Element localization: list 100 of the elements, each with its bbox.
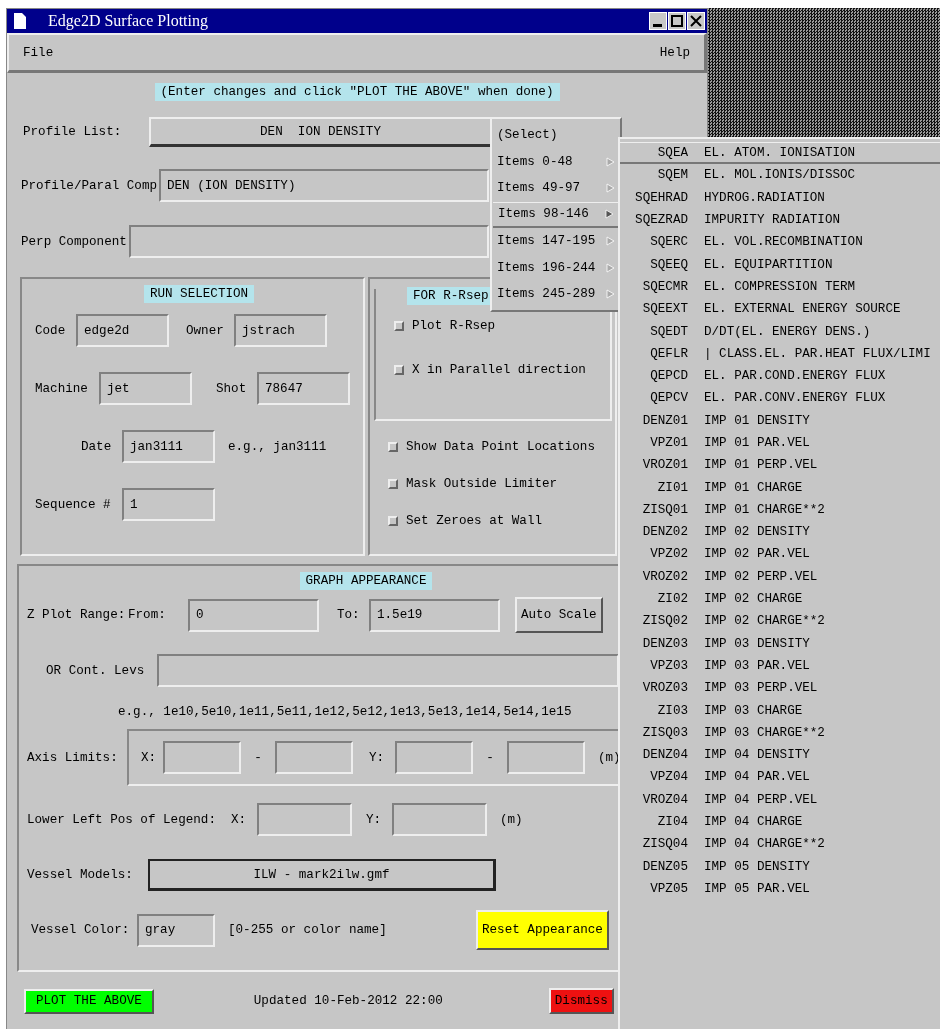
menu-item[interactable]: DENZ05 IMP 05 DENSITY xyxy=(620,855,940,878)
menu-item[interactable]: QEFLR | CLASS.EL. PAR.HEAT FLUX/LIMI xyxy=(620,342,940,365)
input-field[interactable]: edge2d xyxy=(76,314,169,347)
menu-item[interactable]: File xyxy=(21,43,56,62)
input-field[interactable]: 1 xyxy=(122,488,215,521)
menu-item[interactable]: ZI03 IMP 03 CHARGE xyxy=(620,699,940,722)
menu-item[interactable]: DENZ02 IMP 02 DENSITY xyxy=(620,521,940,544)
field-label: Date xyxy=(81,439,113,454)
checkbox-label: X in Parallel direction xyxy=(412,363,586,377)
field-label: OR Cont. Levs xyxy=(45,663,146,678)
menu-item[interactable]: ZI04 IMP 04 CHARGE xyxy=(620,810,940,834)
input-field[interactable]: jet xyxy=(99,372,192,405)
unit-label: (m) xyxy=(500,812,523,827)
input-field[interactable] xyxy=(257,803,352,836)
status-text: Updated 10-Feb-2012 22:00 xyxy=(253,994,444,1008)
maximize-button[interactable] xyxy=(668,12,686,30)
plot-button[interactable]: PLOT THE ABOVE xyxy=(24,988,154,1014)
menu-item[interactable]: Items 49-97 xyxy=(492,175,620,202)
field-label: To: xyxy=(337,608,361,622)
menu-item[interactable]: (Select) xyxy=(492,122,620,149)
menu-item[interactable]: QEPCV EL. PAR.CONV.ENERGY FLUX xyxy=(620,387,940,410)
input-field[interactable] xyxy=(157,654,619,687)
menu-item[interactable]: DENZ01 IMP 01 DENSITY xyxy=(620,409,940,432)
menu-item[interactable]: ZISQ03 IMP 03 CHARGE**2 xyxy=(620,721,940,744)
menu-item[interactable]: QEPCD EL. PAR.COND.ENERGY FLUX xyxy=(620,364,940,388)
menu-item[interactable]: VPZ04 IMP 04 PAR.VEL xyxy=(620,766,940,789)
menu-item[interactable]: SQEHRAD HYDROG.RADIATION xyxy=(620,186,940,209)
vessel-models-button[interactable]: ILW - mark2ilw.gmf xyxy=(148,859,496,891)
input-field[interactable]: 78647 xyxy=(257,372,350,405)
menu-item[interactable]: VROZ02 IMP 02 PERP.VEL xyxy=(620,565,940,588)
document-icon xyxy=(14,13,26,29)
checkbox-label: Set Zeroes at Wall xyxy=(406,514,543,528)
checkbox-label: Mask Outside Limiter xyxy=(406,477,558,491)
menu-item[interactable]: DENZ03 IMP 03 DENSITY xyxy=(620,632,940,655)
menu-item[interactable]: VROZ01 IMP 01 PERP.VEL xyxy=(620,454,940,477)
checkbox[interactable] xyxy=(388,442,398,452)
field-label: Y: xyxy=(366,812,383,827)
input-field[interactable]: jstrach xyxy=(234,314,327,347)
auto-scale-button[interactable]: Auto Scale xyxy=(515,597,603,633)
menu-item[interactable]: VPZ02 IMP 02 PAR.VEL xyxy=(620,543,940,566)
menu-item[interactable]: ZISQ04 IMP 04 CHARGE**2 xyxy=(620,833,940,856)
minimize-button[interactable] xyxy=(649,12,667,30)
input-field[interactable]: 0 xyxy=(188,598,319,632)
menu-item[interactable]: SQEA EL. ATOM. IONISATION xyxy=(620,142,940,165)
input-field[interactable]: 1.5e19 xyxy=(369,598,500,632)
field-label: Shot xyxy=(216,381,248,396)
field-label: Profile List: xyxy=(22,125,123,139)
menu-item[interactable]: Items 147-195 xyxy=(492,228,620,255)
input-field[interactable] xyxy=(395,741,473,774)
close-button[interactable] xyxy=(687,12,705,30)
menu-item[interactable]: VROZ04 IMP 04 PERP.VEL xyxy=(620,788,940,811)
example-text: e.g., 1e10,5e10,1e11,5e11,1e12,5e12,1e13,5e13,1e14,5e14,1e15 xyxy=(118,705,572,719)
input-field[interactable]: DEN (ION DENSITY) xyxy=(159,169,489,202)
menu-item[interactable]: ZISQ02 IMP 02 CHARGE**2 xyxy=(620,610,940,633)
input-field[interactable] xyxy=(129,225,489,258)
checkbox[interactable] xyxy=(394,321,404,331)
input-field[interactable] xyxy=(507,741,585,774)
input-field[interactable] xyxy=(275,741,353,774)
field-label: Axis Limits: xyxy=(27,750,119,765)
input-field[interactable] xyxy=(392,803,487,836)
checkbox[interactable] xyxy=(394,365,404,375)
field-label: Perp Component xyxy=(20,234,128,249)
field-label: Lower Left Pos of Legend: xyxy=(27,812,217,827)
menu-item[interactable]: SQEZRAD IMPURITY RADIATION xyxy=(620,208,940,232)
checkbox[interactable] xyxy=(388,516,398,526)
input-field[interactable]: gray xyxy=(137,913,215,947)
field-label: X: xyxy=(231,812,248,827)
field-label: Machine xyxy=(35,381,89,396)
reset-appearance-button[interactable]: Reset Appearance xyxy=(476,910,609,950)
range-separator: - xyxy=(485,750,495,765)
field-label: Vessel Color: xyxy=(30,923,131,937)
menu-item[interactable]: VPZ03 IMP 03 PAR.VEL xyxy=(620,654,940,678)
profile-list-button[interactable]: DEN ION DENSITY xyxy=(149,117,493,147)
unit-label: (m) xyxy=(598,750,621,765)
input-field[interactable]: jan3111 xyxy=(122,430,215,463)
menu-item[interactable]: VROZ03 IMP 03 PERP.VEL xyxy=(620,677,940,700)
menu-item[interactable]: ZISQ01 IMP 01 CHARGE**2 xyxy=(620,498,940,522)
checkbox[interactable] xyxy=(388,479,398,489)
field-label: Z Plot Range: xyxy=(27,608,127,622)
field-label: From: xyxy=(128,608,167,622)
menu-item[interactable]: SQEEQ EL. EQUIPARTITION xyxy=(620,253,940,276)
menu-item[interactable]: VPZ05 IMP 05 PAR.VEL xyxy=(620,877,940,901)
menu-item[interactable]: DENZ04 IMP 04 DENSITY xyxy=(620,744,940,767)
menu-item[interactable]: VPZ01 IMP 01 PAR.VEL xyxy=(620,431,940,455)
menu-item[interactable]: Items 196-244 xyxy=(492,254,620,281)
input-field[interactable] xyxy=(163,741,241,774)
section-title: GRAPH APPEARANCE xyxy=(299,572,433,590)
menu-item[interactable]: SQEDT D/DT(EL. ENERGY DENS.) xyxy=(620,320,940,343)
menu-item[interactable]: Items 0-48 xyxy=(492,148,620,175)
dismiss-button[interactable]: Dismiss xyxy=(548,988,614,1014)
menu-item[interactable]: SQERC EL. VOL.RECOMBINATION xyxy=(620,231,940,254)
menu-item[interactable]: SQEEXT EL. EXTERNAL ENERGY SOURCE xyxy=(620,298,940,321)
instruction-text: (Enter changes and click "PLOT THE ABOVE" when done) xyxy=(154,83,560,101)
window-title: Edge2D Surface Plotting xyxy=(48,12,208,30)
menu-item[interactable]: SQECMR EL. COMPRESSION TERM xyxy=(620,275,940,299)
menu-item[interactable]: Help xyxy=(657,43,692,62)
menu-item[interactable]: ZI01 IMP 01 CHARGE xyxy=(620,476,940,499)
hint-text: [0-255 or color name] xyxy=(228,923,388,937)
menu-item[interactable]: SQEM EL. MOL.IONIS/DISSOC xyxy=(620,164,940,187)
menu-item[interactable]: ZI02 IMP 02 CHARGE xyxy=(620,587,940,611)
